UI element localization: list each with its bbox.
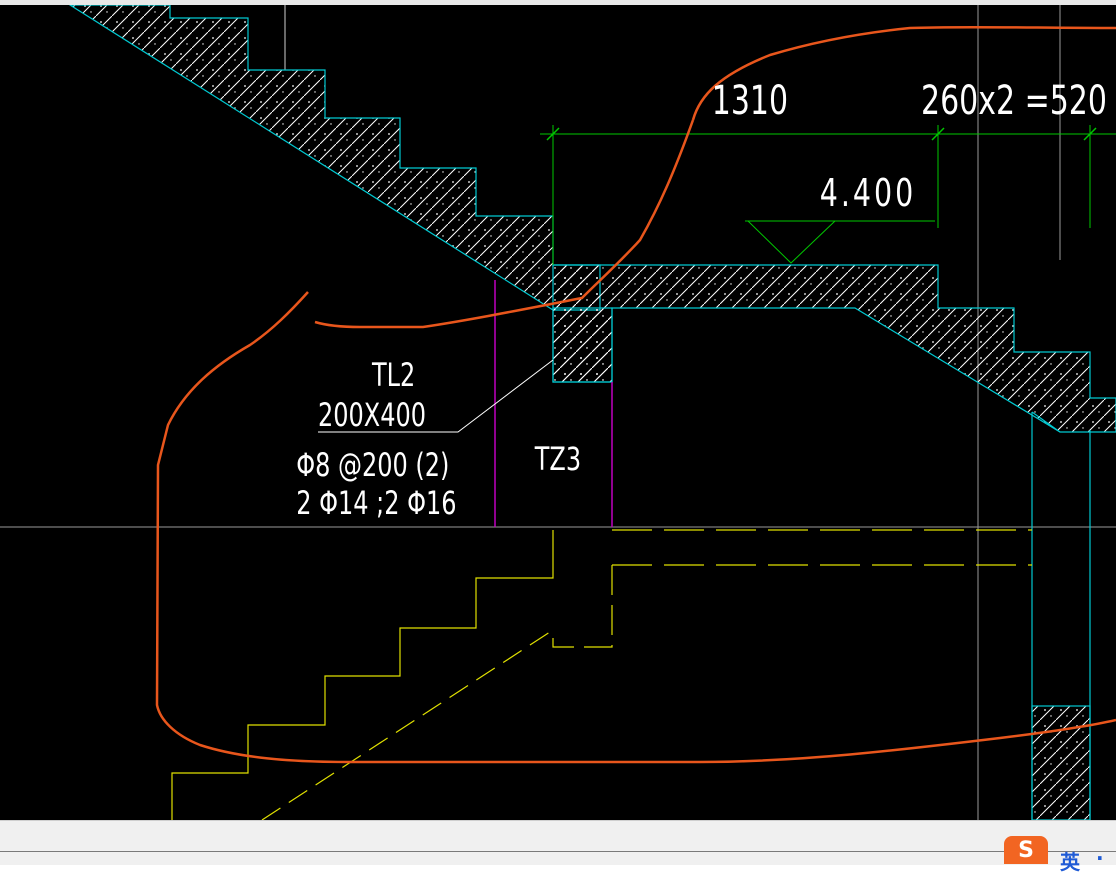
status-bar: [0, 820, 1116, 865]
ime-language-toggle[interactable]: 英: [1060, 846, 1080, 875]
upper-stair-flight: [68, 5, 601, 311]
beam-name-text: TL2: [371, 357, 415, 394]
wall-hatch: [1031, 705, 1091, 820]
beam-stirrup-text: Φ8 @200 (2): [296, 447, 449, 484]
cad-drawing[interactable]: 1310 260x2 =520 4.400 TL2 200X400 Φ8 @20…: [0, 5, 1116, 820]
dimension-text-520: 260x2 =520: [921, 78, 1107, 124]
lower-stair-outline: [171, 530, 554, 820]
beam-rebar-text: 2 Φ14 ;2 Φ16: [296, 485, 456, 522]
cad-drawing-canvas[interactable]: 1310 260x2 =520 4.400 TL2 200X400 Φ8 @20…: [0, 5, 1116, 820]
input-method-toolbar[interactable]: S 英 ·: [1004, 832, 1116, 874]
sogou-logo-icon[interactable]: S: [1004, 836, 1048, 864]
beam-tl2-section: [552, 307, 613, 383]
elevation-text: 4.400: [820, 171, 917, 215]
beam-size-text: 200X400: [318, 397, 426, 434]
elevation-triangle: [746, 220, 837, 264]
status-bar-separator: [0, 851, 1116, 852]
landing-slab: [552, 264, 1116, 433]
column-label-text: TZ3: [534, 441, 581, 478]
dimension-text-1310: 1310: [712, 78, 788, 124]
ime-punctuation-toggle[interactable]: ·: [1096, 846, 1104, 870]
lower-beam-hidden: [552, 565, 613, 648]
